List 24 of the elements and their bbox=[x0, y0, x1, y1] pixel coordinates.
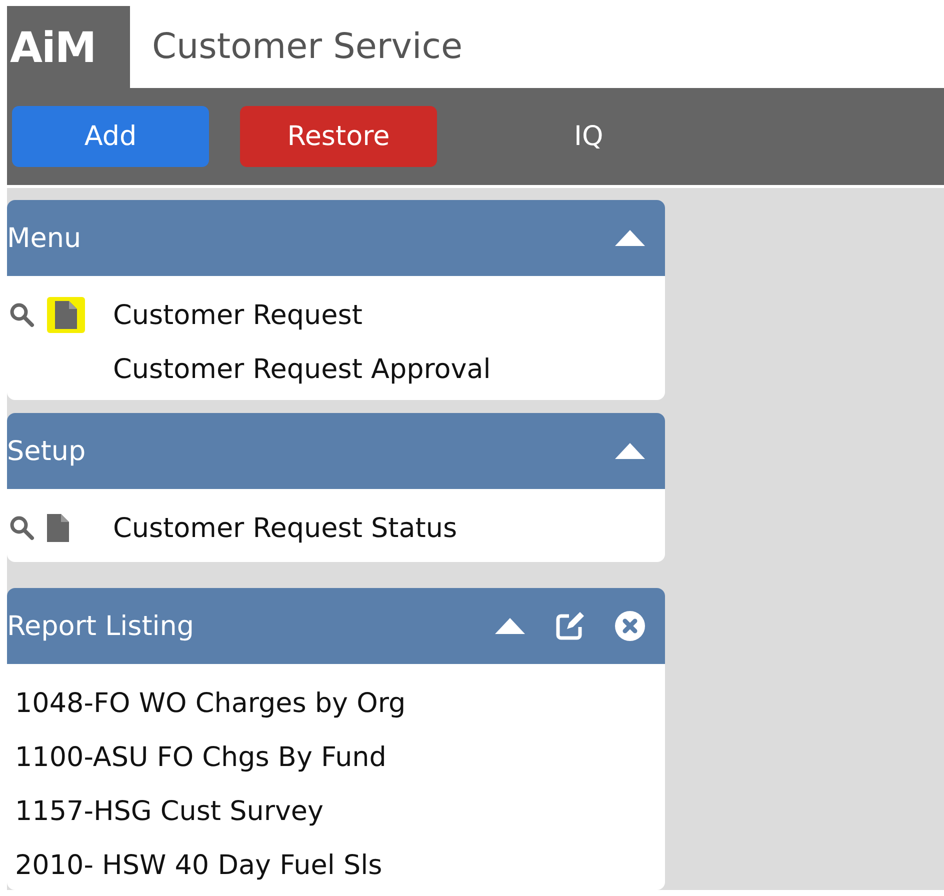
collapse-icon[interactable] bbox=[615, 443, 645, 460]
restore-button[interactable]: Restore bbox=[240, 106, 437, 167]
search-icon[interactable] bbox=[9, 515, 35, 542]
page-title: Customer Service bbox=[151, 26, 462, 69]
add-button[interactable]: Add bbox=[12, 106, 209, 167]
panel-title: Report Listing bbox=[7, 610, 196, 642]
collapse-icon[interactable] bbox=[615, 230, 645, 246]
report-link[interactable]: 1048-FO WO Charges by Org bbox=[15, 688, 406, 719]
menu-link[interactable]: Customer Request bbox=[113, 300, 362, 330]
report-link[interactable]: 1100-ASU FO Chgs By Fund bbox=[15, 742, 386, 773]
search-icon[interactable] bbox=[9, 302, 35, 328]
close-icon[interactable] bbox=[615, 611, 645, 642]
panel-title: Menu bbox=[7, 222, 82, 254]
document-icon[interactable] bbox=[55, 301, 77, 329]
report-link[interactable]: 2010- HSW 40 Day Fuel Sls bbox=[15, 850, 382, 881]
edit-icon[interactable] bbox=[555, 611, 585, 642]
app-logo: AiM bbox=[7, 6, 130, 88]
panel-title: Setup bbox=[7, 436, 87, 467]
document-icon[interactable] bbox=[47, 514, 69, 542]
collapse-icon[interactable] bbox=[495, 618, 525, 634]
iq-button[interactable]: IQ bbox=[564, 106, 604, 167]
report-link[interactable]: 1157-HSG Cust Survey bbox=[15, 796, 324, 827]
menu-link[interactable]: Customer Request Status bbox=[113, 512, 458, 544]
menu-link[interactable]: Customer Request Approval bbox=[113, 354, 491, 384]
